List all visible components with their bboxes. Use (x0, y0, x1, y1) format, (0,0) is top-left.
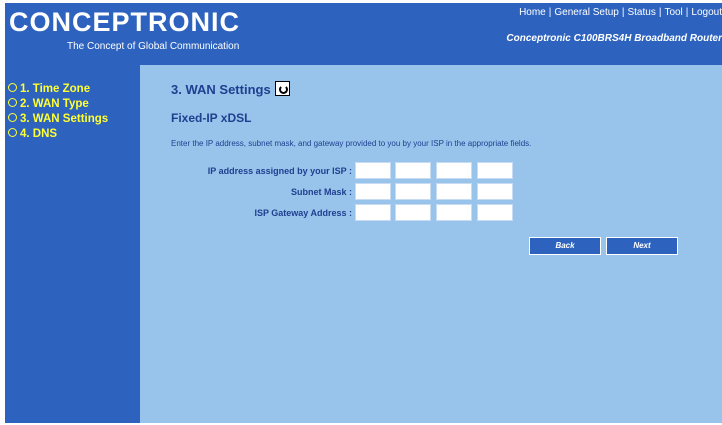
gateway-row: ISP Gateway Address : (140, 204, 722, 222)
subnet-mask-octet-1[interactable] (355, 183, 391, 200)
subnet-mask-label: Subnet Mask : (290, 187, 352, 197)
main-content: 3. WAN Settings Fixed-IP xDSL Enter the … (140, 65, 722, 423)
ip-address-octet-3[interactable] (436, 162, 472, 179)
sidebar-item-label: 1. Time Zone (20, 83, 91, 95)
bullet-icon (8, 83, 17, 92)
gateway-octet-4[interactable] (477, 204, 513, 221)
nav-separator: | (548, 7, 552, 18)
gateway-octet-1[interactable] (355, 204, 391, 221)
router-setup-page: CONCEPTRONIC The Concept of Global Commu… (5, 3, 722, 423)
subnet-mask-row: Subnet Mask : (140, 183, 722, 201)
nav-general-setup-link[interactable]: General Setup (554, 7, 619, 18)
back-button[interactable]: Back (529, 237, 601, 255)
ip-address-label: IP address assigned by your ISP : (207, 166, 352, 176)
instructions-text: Enter the IP address, subnet mask, and g… (171, 139, 532, 148)
ip-address-octet-4[interactable] (477, 162, 513, 179)
brand-tagline: The Concept of Global Communication (67, 41, 240, 52)
sidebar-item-wan-settings[interactable]: 3. WAN Settings (8, 113, 108, 125)
ip-address-row: IP address assigned by your ISP : (140, 162, 722, 180)
page-title: 3. WAN Settings (171, 81, 290, 97)
header: CONCEPTRONIC The Concept of Global Commu… (5, 3, 722, 65)
gateway-octet-3[interactable] (436, 204, 472, 221)
top-nav: Home | General Setup | Status | Tool | Logout (519, 7, 722, 18)
next-button[interactable]: Next (606, 237, 678, 255)
subnet-mask-octet-2[interactable] (395, 183, 431, 200)
nav-separator: | (621, 7, 625, 18)
connection-type-title: Fixed-IP xDSL (171, 111, 252, 125)
page-title-text: 3. WAN Settings (171, 82, 271, 97)
bullet-icon (8, 128, 17, 137)
brand-logo: CONCEPTRONIC (9, 7, 241, 37)
refresh-icon[interactable] (274, 81, 290, 96)
sidebar-item-wan-type[interactable]: 2. WAN Type (8, 98, 89, 110)
nav-home-link[interactable]: Home (519, 7, 546, 18)
subnet-mask-octet-4[interactable] (477, 183, 513, 200)
sidebar-item-label: 4. DNS (20, 128, 58, 140)
nav-status-link[interactable]: Status (627, 7, 655, 18)
sidebar-item-label: 3. WAN Settings (20, 113, 109, 125)
sidebar-item-dns[interactable]: 4. DNS (8, 128, 57, 140)
wizard-sidebar: 1. Time Zone 2. WAN Type 3. WAN Settings… (5, 65, 140, 423)
nav-tool-link[interactable]: Tool (664, 7, 682, 18)
gateway-label: ISP Gateway Address : (254, 208, 352, 218)
nav-separator: | (685, 7, 689, 18)
ip-address-octet-1[interactable] (355, 162, 391, 179)
nav-separator: | (658, 7, 662, 18)
bullet-icon (8, 98, 17, 107)
subnet-mask-octet-3[interactable] (436, 183, 472, 200)
model-name: Conceptronic C100BRS4H Broadband Router (506, 33, 722, 44)
gateway-octet-2[interactable] (395, 204, 431, 221)
sidebar-item-time-zone[interactable]: 1. Time Zone (8, 83, 90, 95)
ip-address-octet-2[interactable] (395, 162, 431, 179)
bullet-icon (8, 113, 17, 122)
sidebar-item-label: 2. WAN Type (20, 98, 89, 110)
nav-logout-link[interactable]: Logout (691, 7, 722, 18)
